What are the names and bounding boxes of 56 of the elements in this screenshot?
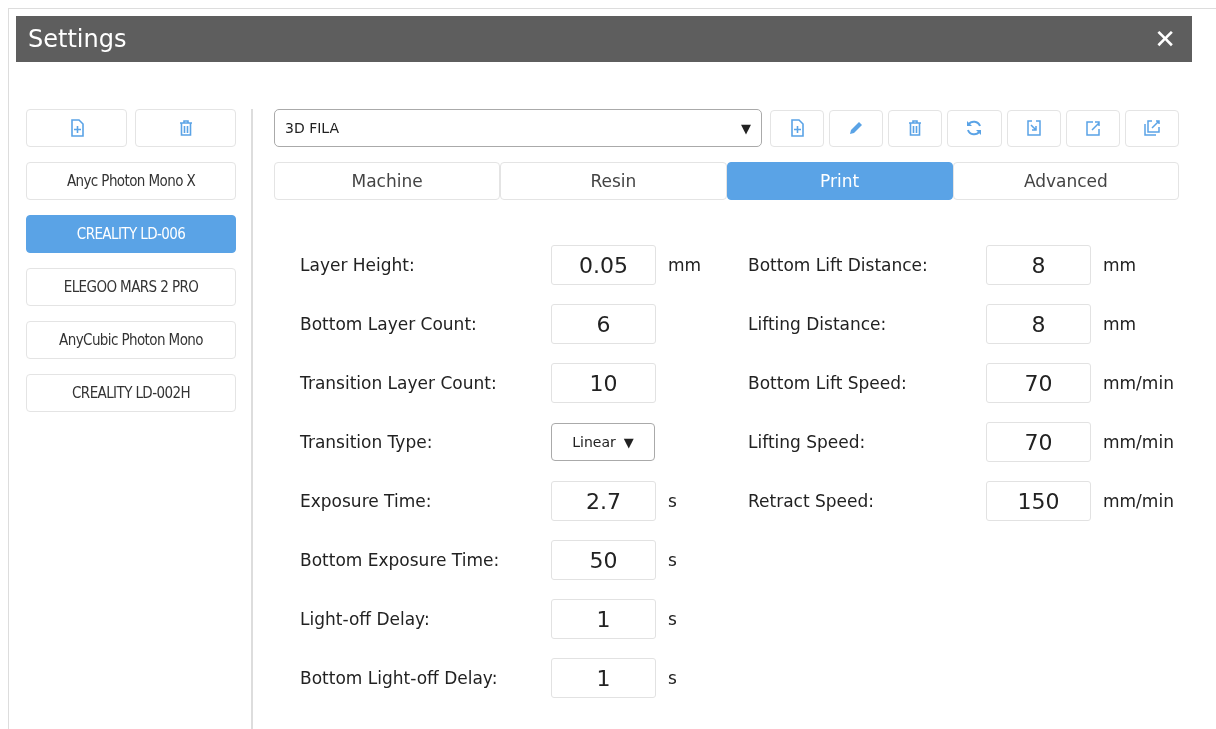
field-label: Bottom Lift Speed: [748,373,908,393]
refresh-button[interactable] [947,109,1002,147]
export-button[interactable] [1065,109,1120,147]
unit-label: s [668,550,677,570]
profile-dropdown[interactable]: 3D FILA ▼ [274,109,762,147]
input-field[interactable]: 10 [551,363,656,403]
field-label: Transition Layer Count: [300,373,498,393]
input-field[interactable]: 70 [986,363,1091,403]
unit-label: mm [1103,255,1137,275]
field-label: Transition Type: [300,432,434,452]
tab[interactable]: Resin [500,162,727,200]
unit-label: s [668,609,677,629]
input-field[interactable]: 8 [986,304,1091,344]
window-title: Settings [28,25,127,53]
tab[interactable]: Advanced [952,162,1179,200]
field-label: Lifting Speed: [748,432,867,452]
unit-label: mm/min [1103,373,1174,393]
printer-list-item[interactable]: AnyCubic Photon Mono [26,321,236,359]
field-label: Lifting Distance: [748,314,888,334]
import-button[interactable] [1006,109,1061,147]
input-field[interactable]: 8 [986,245,1091,285]
input-field[interactable]: 2.7 [551,481,656,521]
input-field[interactable]: 6 [551,304,656,344]
field-label: Retract Speed: [748,491,875,511]
tab[interactable]: Machine [274,162,501,200]
add-button[interactable] [26,109,127,147]
unit-label: s [668,668,677,688]
field-label: Bottom Layer Count: [300,314,478,334]
unit-label: mm [668,255,702,275]
field-label: Light-off Delay: [300,609,431,629]
stacked-export-icon [1141,118,1162,138]
unit-label: mm/min [1103,432,1174,452]
printer-list-item[interactable]: ELEGOO MARS 2 PRO [26,268,236,306]
input-field[interactable]: 1 [551,658,656,698]
export-all-button[interactable] [1124,109,1179,147]
delete-button[interactable] [135,109,236,147]
input-field[interactable]: 0.05 [551,245,656,285]
field-label: Exposure Time: [300,491,433,511]
input-field[interactable]: 70 [986,422,1091,462]
unit-label: s [668,491,677,511]
field-label: Bottom Exposure Time: [300,550,501,570]
input-field[interactable]: 1 [551,599,656,639]
printer-list-item[interactable]: CREALITY LD-002H [26,374,236,412]
field-label: Bottom Light-off Delay: [300,668,499,688]
transition-dropdown[interactable]: Linear ▼ [551,423,655,461]
field-label: Layer Height: [300,255,416,275]
add-button[interactable] [770,109,825,147]
field-label: Bottom Lift Distance: [748,255,929,275]
delete-button[interactable] [888,109,943,147]
unit-label: mm/min [1103,491,1174,511]
close-button[interactable]: ✕ [1150,24,1180,54]
printer-list-item[interactable]: Anyc Photon Mono X [26,162,236,200]
unit-label: mm [1103,314,1137,334]
edit-button[interactable] [829,109,884,147]
input-field[interactable]: 50 [551,540,656,580]
input-field[interactable]: 150 [986,481,1091,521]
